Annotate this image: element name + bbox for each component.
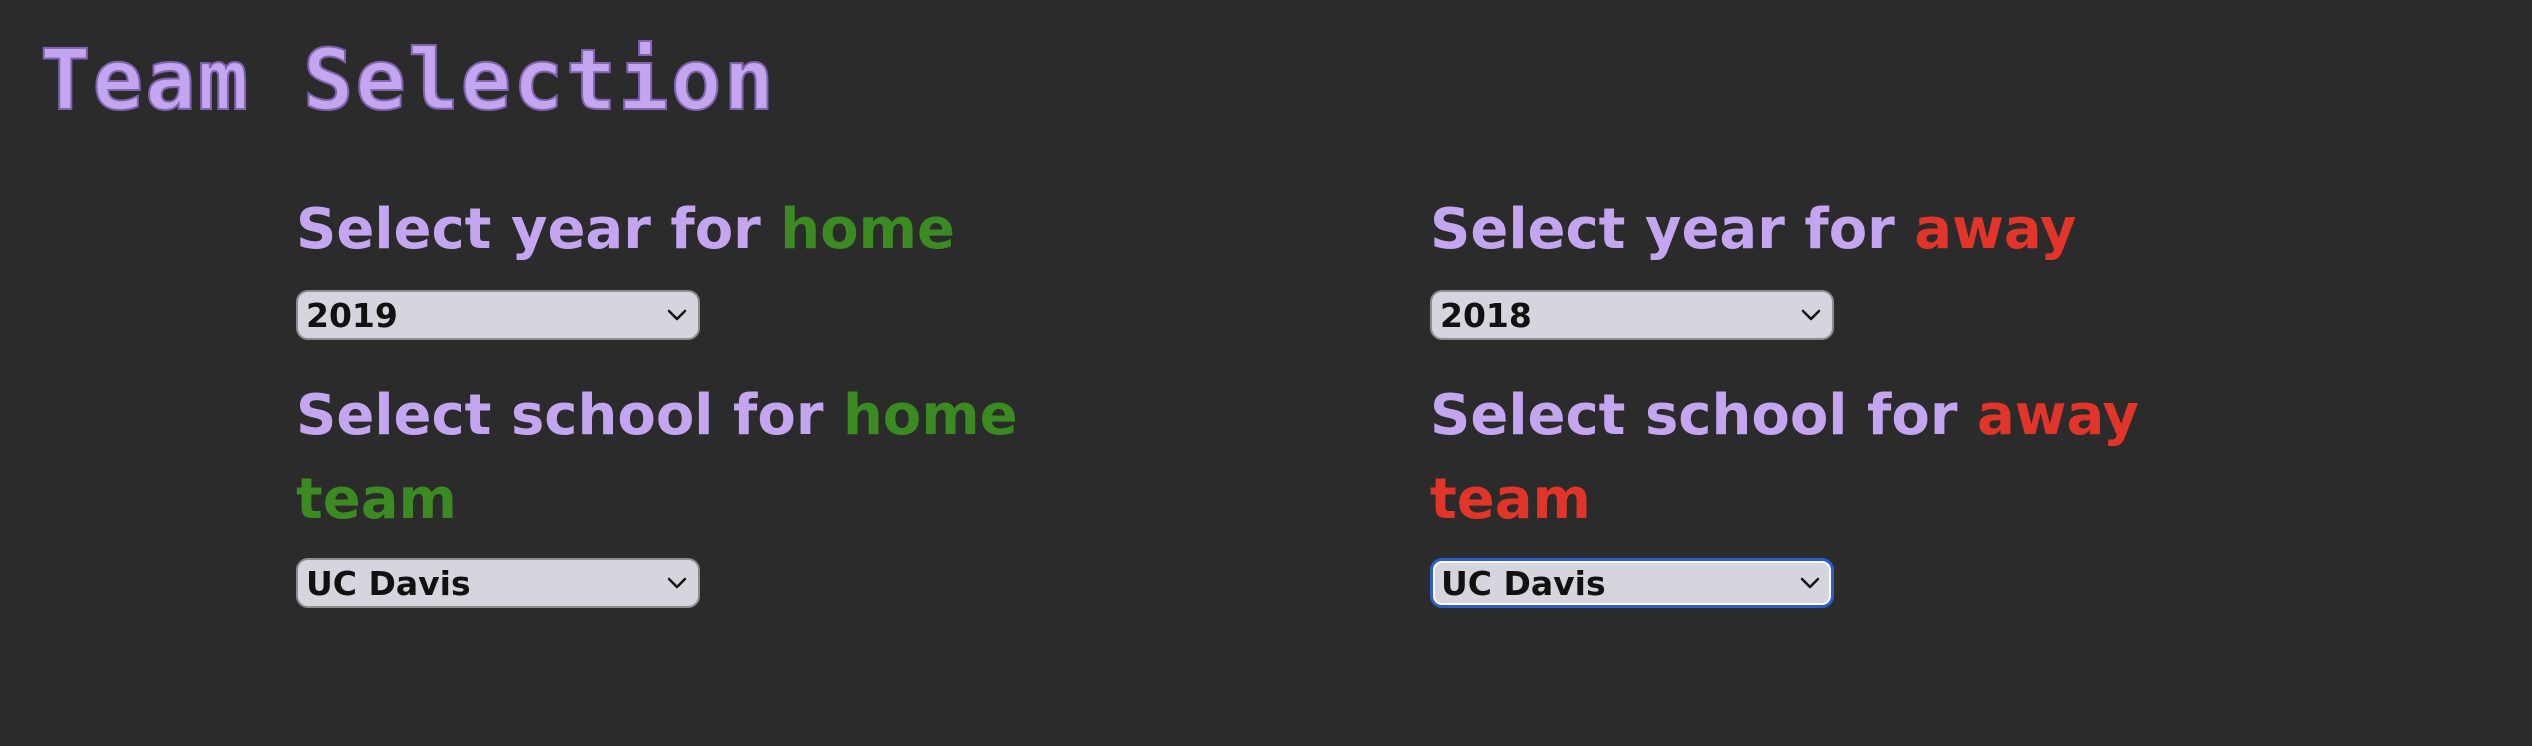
home-school-label-accent-line2: team (296, 467, 457, 532)
away-school-label-accent-line2: team (1430, 467, 1591, 532)
chevron-down-icon (662, 568, 692, 598)
away-year-select[interactable]: 2018 (1430, 290, 1834, 340)
home-school-select[interactable]: UC Davis (296, 558, 700, 608)
away-year-label-prefix: Select year for (1430, 197, 1915, 262)
away-year-select-value: 2018 (1440, 295, 1532, 335)
home-school-label: Select school for home team (296, 374, 1056, 542)
chevron-down-icon (1796, 300, 1826, 330)
away-team-section: Select year for away team 2018 Select sc… (1430, 0, 2190, 746)
chevron-down-icon (1795, 568, 1825, 598)
home-school-select-value: UC Davis (306, 563, 471, 603)
home-year-label-prefix: Select year for (296, 197, 781, 262)
home-year-select[interactable]: 2019 (296, 290, 700, 340)
away-school-select-value: UC Davis (1441, 563, 1606, 603)
away-school-label-accent: away (1976, 383, 2140, 448)
home-school-label-accent: home (842, 383, 1018, 448)
home-year-select-value: 2019 (306, 295, 398, 335)
home-school-label-prefix: Select school for (296, 383, 843, 448)
home-team-section: Select year for home team 2019 Select sc… (296, 0, 1056, 746)
away-school-label-prefix: Select school for (1430, 383, 1977, 448)
away-school-select[interactable]: UC Davis (1430, 558, 1834, 608)
away-school-label: Select school for away team (1430, 374, 2190, 542)
chevron-down-icon (662, 300, 692, 330)
